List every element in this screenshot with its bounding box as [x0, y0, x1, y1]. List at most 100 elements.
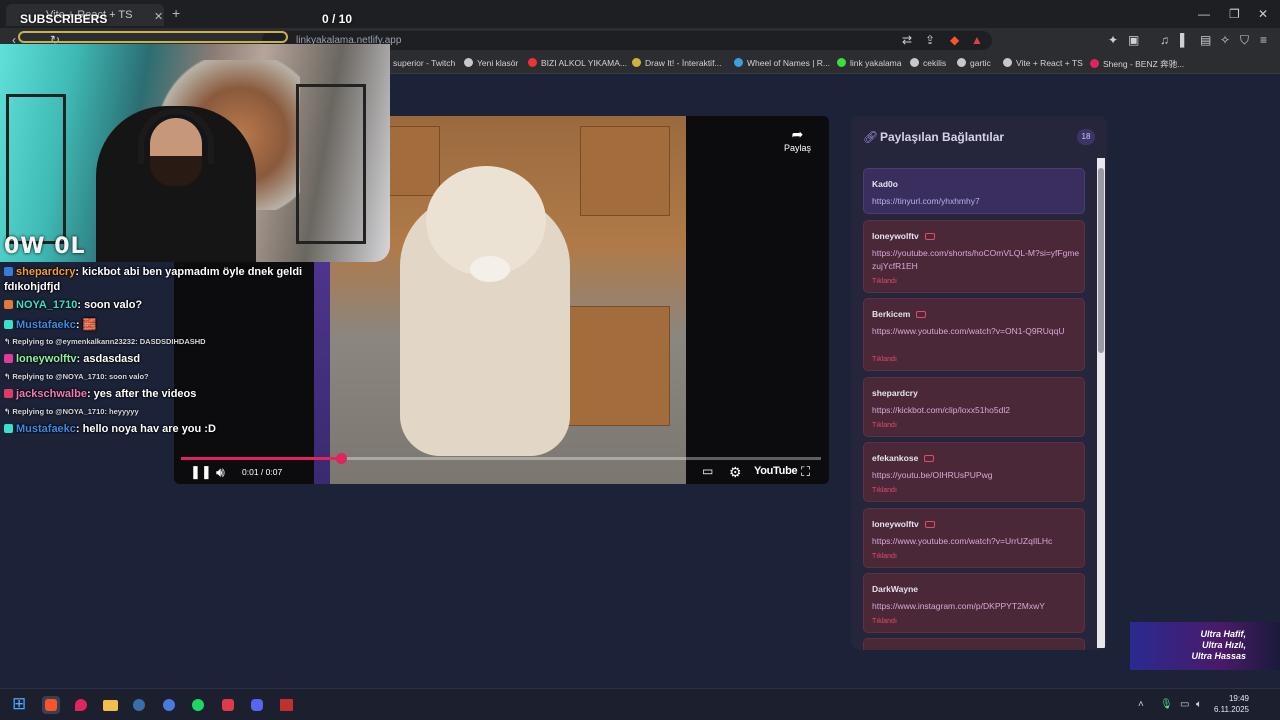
bookmark-item[interactable]: Yeni klasör [464, 58, 518, 68]
bookmark-favicon-icon [910, 58, 919, 67]
app-taskbar-icon[interactable] [277, 696, 295, 714]
pause-icon[interactable]: ❚❚ [190, 464, 212, 480]
link-card[interactable]: shepardcry https://kickbot.com/clip/loxx5… [863, 377, 1085, 437]
bookmark-label: superior - Twitch [393, 58, 456, 68]
scrollbar-thumb[interactable] [1098, 168, 1104, 353]
bookmark-label: Wheel of Names | R... [747, 58, 830, 68]
link-card[interactable]: Berkicem https://www.youtube.com/watch?v=… [863, 298, 1085, 371]
chat-username[interactable]: loneywolftv [16, 353, 77, 365]
bookmark-item[interactable]: Wheel of Names | R... [734, 58, 830, 68]
wallet-icon[interactable]: ▤ [1200, 33, 1211, 47]
volume-tray-icon[interactable]: 🔈︎ [1196, 699, 1202, 710]
chat-badge-icon [4, 354, 13, 363]
close-window-icon[interactable]: ✕ [1258, 7, 1268, 21]
cabinet [580, 126, 670, 216]
chat-username[interactable]: Mustafaekc [16, 423, 76, 435]
brave-taskbar-icon[interactable] [42, 696, 60, 714]
chat-text: yes after the videos [93, 388, 197, 400]
minimize-icon[interactable]: — [1198, 7, 1210, 21]
bookmark-label: BIZI ALKOL YIKAMA... [541, 58, 627, 68]
link-card-url[interactable]: https://tinyurl.com/yhxhmhy7 [872, 195, 1080, 208]
link-card[interactable]: loneywolftv https://www.youtube.com/watch… [863, 508, 1085, 568]
windows-start-icon[interactable]: ⊞ [12, 694, 30, 713]
microphone-icon[interactable]: 🎙︎ [1160, 699, 1173, 710]
bookmark-item[interactable]: link yakalama [837, 58, 902, 68]
translate-icon[interactable]: ⇄ [902, 33, 912, 47]
new-tab-button[interactable]: + [172, 5, 180, 21]
link-card-url[interactable]: https://youtube.com/shorts/hoCOmVLQL-M?s… [872, 247, 1080, 273]
app-taskbar-icon[interactable] [219, 696, 237, 714]
screenshot-icon[interactable]: ▣ [1128, 33, 1139, 47]
share-page-icon[interactable]: ⇪ [925, 33, 935, 47]
cabinet [560, 306, 670, 426]
brave-rewards-icon[interactable]: ▲ [971, 33, 983, 47]
chat-message-continuation: fdıkohjdfjd [4, 281, 60, 293]
settings-icon[interactable]: ⚙ [729, 464, 742, 481]
link-card[interactable]: loneywolftv https://youtube.com/shorts/ho… [863, 220, 1085, 293]
link-card-url[interactable]: https://kickbot.com/clip/loxx51ho5dl2 [872, 404, 1080, 417]
steam-taskbar-icon[interactable] [130, 696, 148, 714]
link-card-url[interactable]: https://www.youtube.com/watch?v=UrrUZqIl… [872, 535, 1080, 548]
video-right-bar [686, 116, 829, 484]
chat-message: jackschwalbe: yes after the videos [4, 388, 196, 400]
clock[interactable]: 19:49 6.11.2025 [1214, 693, 1249, 715]
spotify-taskbar-icon[interactable] [189, 696, 207, 714]
link-count-badge: 18 [1077, 129, 1095, 145]
chat-reply-context: ↰ Replying to @NOYA_1710: soon valo? [4, 372, 149, 381]
discord-taskbar-icon[interactable] [248, 696, 266, 714]
app-taskbar-icon[interactable] [160, 696, 178, 714]
bookmark-item[interactable]: Draw It! - İnteraktif... [632, 58, 722, 68]
volume-icon[interactable]: 🔊︎ [216, 464, 225, 481]
music-icon[interactable]: ♫ [1160, 33, 1169, 47]
extensions-icon[interactable]: ✦ [1108, 33, 1118, 47]
chat-text: asdasdasd [83, 353, 141, 365]
link-card[interactable]: efekankose https://youtu.be/OIHRUsPUPwg Tı… [863, 442, 1085, 502]
maps-taskbar-icon[interactable] [72, 696, 90, 714]
vpn-icon[interactable]: ⛉ [1240, 33, 1249, 48]
bookmark-item[interactable]: BIZI ALKOL YIKAMA... [528, 58, 627, 68]
chat-username[interactable]: Mustafaekc [16, 319, 76, 331]
chat-username[interactable]: NOYA_1710 [16, 299, 77, 311]
link-card-username: shepardcry [872, 388, 918, 398]
leo-icon[interactable]: ✧ [1220, 33, 1230, 47]
link-card-status: Tıklandı [872, 422, 897, 429]
link-card-url[interactable]: https://youtu.be/OIHRUsPUPwg [872, 469, 1080, 482]
restore-icon[interactable]: ❐ [1229, 7, 1240, 21]
chat-reply-context: ↰ Replying to @eymenkalkann23232: DASDSD… [4, 337, 206, 346]
chat-message: Mustafaekc: hello noya hav are you :D [4, 423, 216, 435]
youtube-icon [924, 233, 935, 240]
link-card-url[interactable]: https://www.youtube.com/watch?v=ON1-Q9RU… [872, 325, 1080, 338]
chat-message: NOYA_1710: soon valo? [4, 299, 142, 311]
progress-handle[interactable] [336, 453, 347, 464]
close-tab-icon[interactable]: ✕ [154, 10, 163, 23]
chat-username[interactable]: jackschwalbe [16, 388, 87, 400]
sidebar-icon[interactable]: ▌ [1180, 33, 1189, 47]
bookmark-item[interactable]: superior - Twitch [380, 58, 455, 68]
progress-fill [181, 457, 341, 460]
panel-title: Paylaşılan Bağlantılar [880, 130, 1005, 144]
captions-icon[interactable]: ▭ [702, 464, 713, 478]
link-card-username: Kad0o [872, 179, 898, 189]
share-button[interactable]: ➦ Paylaş [784, 126, 811, 153]
link-card-status: Tıklandı [872, 278, 897, 285]
chat-username[interactable]: shepardcry [16, 266, 75, 278]
chat-separator: : [86, 388, 94, 400]
chat-separator: : [75, 319, 83, 331]
menu-icon[interactable]: ≡ [1260, 33, 1267, 47]
link-card-url[interactable]: https://www.instagram.com/p/DKPPYT2MxwY [872, 600, 1080, 613]
bookmark-item[interactable]: gartic [957, 58, 991, 68]
network-icon[interactable]: ▭ [1180, 699, 1189, 710]
folder-taskbar-icon[interactable] [101, 696, 119, 714]
link-card[interactable]: DarkWayne https://www.instagram.com/p/DKP… [863, 573, 1085, 633]
bookmark-item[interactable]: cekilis [910, 58, 946, 68]
chevron-up-icon[interactable]: ˄ [1138, 699, 1144, 710]
link-card[interactable]: Kad0o https://tinyurl.com/yhxhmhy7 [863, 168, 1085, 214]
fullscreen-icon[interactable]: ⛶ [801, 464, 810, 480]
chat-badge-icon [4, 320, 13, 329]
youtube-logo[interactable]: YouTube [754, 465, 798, 477]
bookmark-item[interactable]: Vite + React + TS [1003, 58, 1083, 68]
brave-shield-icon[interactable]: ◆ [950, 33, 959, 47]
link-card-partial[interactable] [863, 638, 1085, 650]
bookmark-item[interactable]: Sheng - BENZ 奔驰... [1090, 58, 1184, 70]
chat-badge-icon [4, 300, 13, 309]
